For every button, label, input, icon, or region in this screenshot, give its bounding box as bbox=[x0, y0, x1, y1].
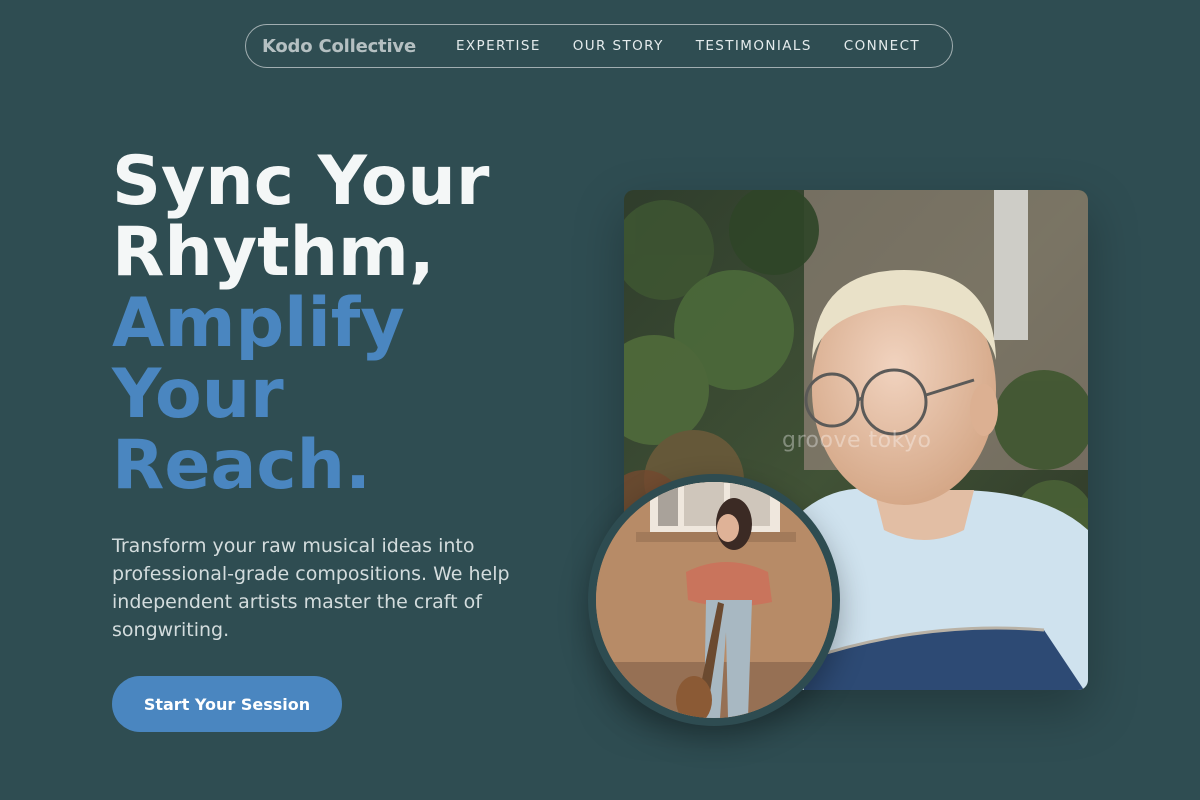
hero-title: Sync Your Rhythm, Amplify Your Reach. bbox=[112, 146, 489, 501]
hero-description: Transform your raw musical ideas into pr… bbox=[112, 535, 510, 641]
top-navigation: Kodo Collective EXPERTISE OUR STORY TEST… bbox=[245, 24, 953, 68]
nav-link-our-story[interactable]: OUR STORY bbox=[573, 38, 664, 54]
hero-title-accent-1: Amplify bbox=[112, 284, 405, 363]
nav-link-expertise[interactable]: EXPERTISE bbox=[456, 38, 541, 54]
nav-link-testimonials[interactable]: TESTIMONIALS bbox=[696, 38, 812, 54]
hero-title-accent-3: Reach. bbox=[112, 426, 371, 505]
hero-title-accent-2: Your bbox=[112, 355, 284, 434]
nav-link-connect[interactable]: CONNECT bbox=[844, 38, 920, 54]
brand-logo[interactable]: Kodo Collective bbox=[262, 36, 416, 57]
circle-photo-illustration bbox=[596, 482, 832, 718]
hero-title-line-1: Sync Your bbox=[112, 142, 490, 221]
start-session-button[interactable]: Start Your Session bbox=[112, 676, 342, 732]
photo-watermark: groove tokyo bbox=[782, 428, 932, 453]
secondary-artist-photo bbox=[588, 474, 840, 726]
hero-title-line-2: Rhythm, bbox=[112, 213, 435, 292]
